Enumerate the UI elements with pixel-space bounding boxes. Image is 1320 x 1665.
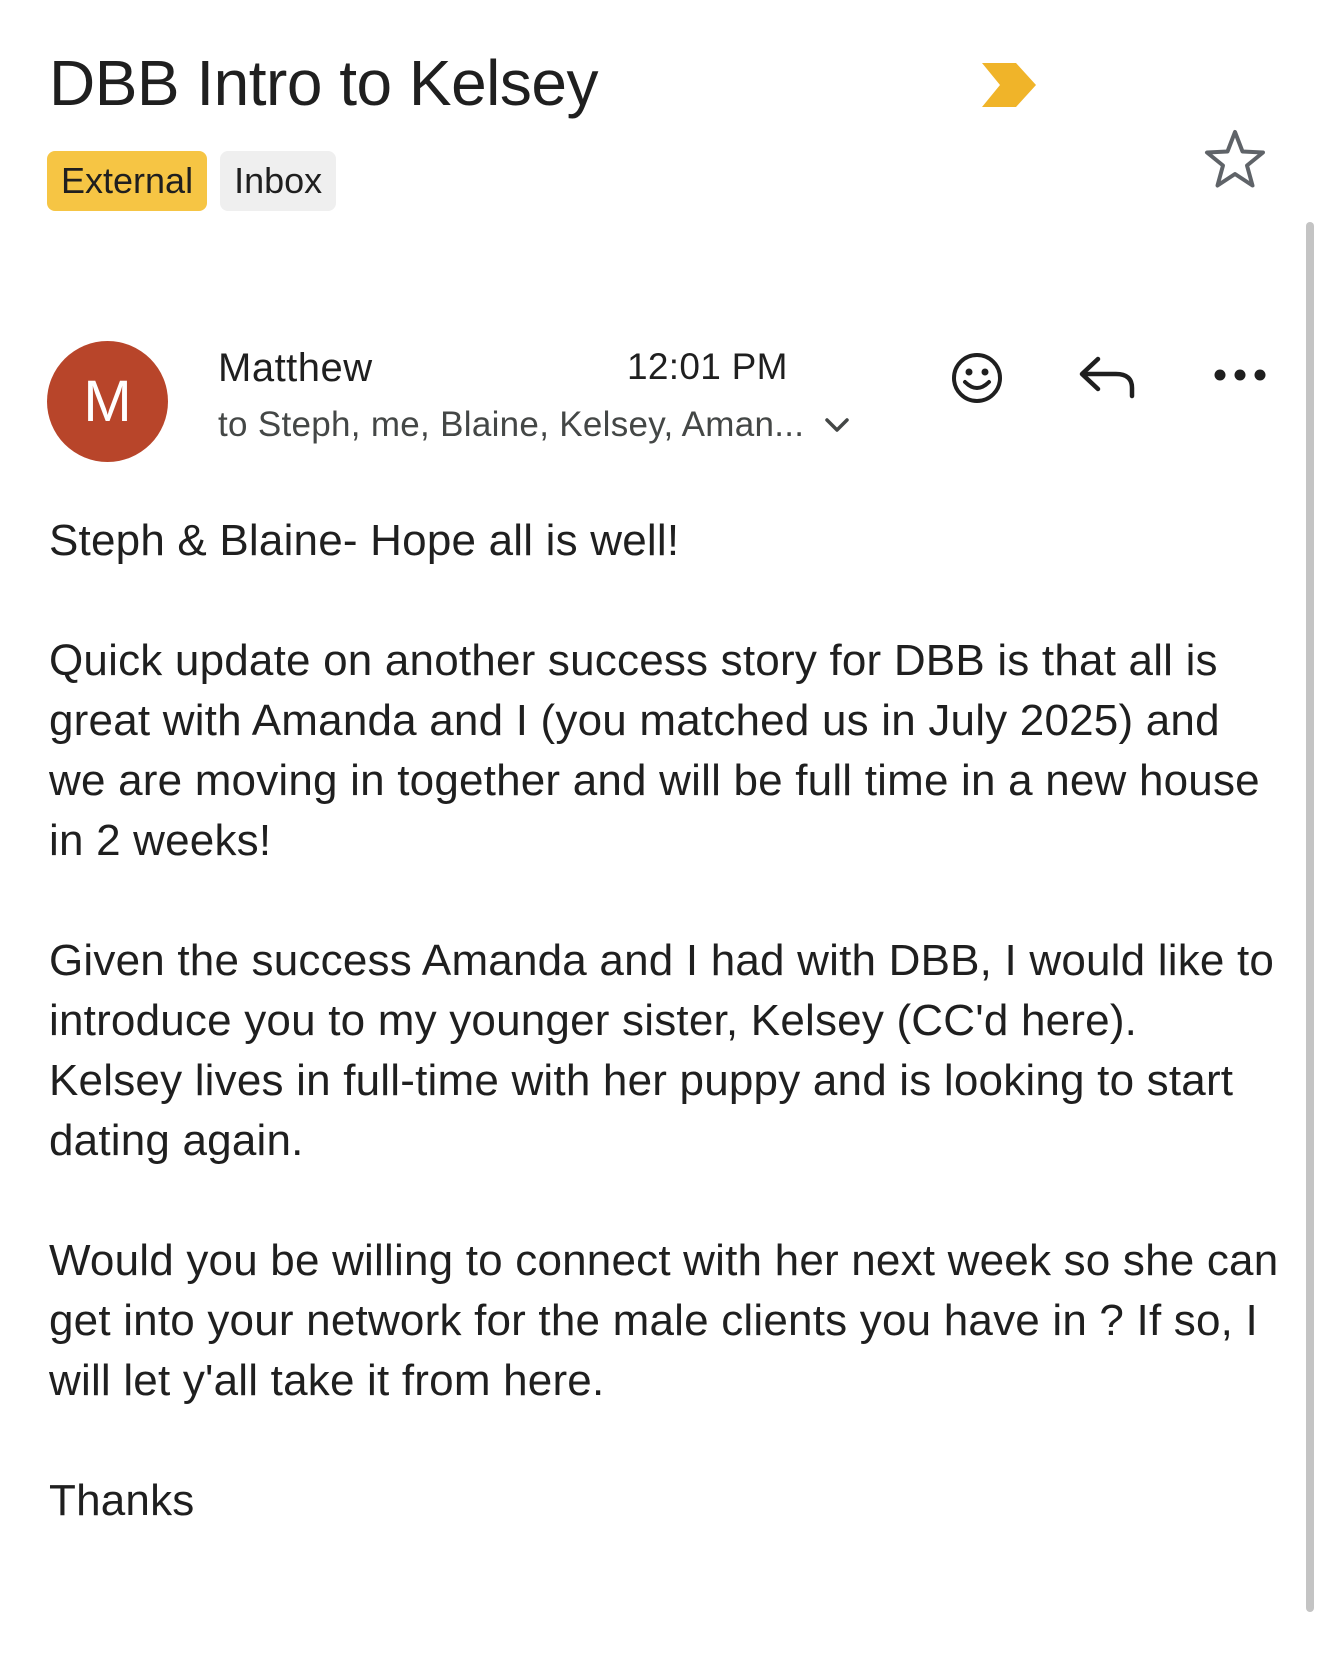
- recipient-summary[interactable]: to Steph, me, Blaine, Kelsey, Aman...: [218, 405, 850, 445]
- important-marker-icon[interactable]: [982, 63, 1036, 107]
- label-chips: External Inbox: [47, 151, 337, 211]
- label-external[interactable]: External: [47, 151, 208, 211]
- body-paragraph-greeting: Steph & Blaine- Hope all is well!: [49, 516, 680, 565]
- recipient-list: to Steph, me, Blaine, Kelsey, Aman...: [218, 405, 805, 444]
- sender-name[interactable]: Matthew: [218, 346, 373, 391]
- body-paragraph-introduction: Given the success Amanda and I had with …: [49, 936, 1275, 1165]
- chevron-down-icon[interactable]: [824, 416, 850, 434]
- scrollbar[interactable]: [1306, 222, 1314, 1612]
- label-inbox[interactable]: Inbox: [220, 151, 337, 211]
- received-time: 12:01 PM: [627, 346, 788, 387]
- body-paragraph-update: Quick update on another success story fo…: [49, 636, 1260, 865]
- more-horizontal-icon[interactable]: [1213, 368, 1267, 382]
- smiley-icon[interactable]: [950, 351, 1004, 405]
- star-icon[interactable]: [1203, 128, 1267, 190]
- email-subject: DBB Intro to Kelsey: [49, 47, 598, 119]
- email-body: Steph & Blaine- Hope all is well! Quick …: [49, 511, 1279, 1531]
- body-paragraph-request: Would you be willing to connect with her…: [49, 1236, 1279, 1405]
- sender-avatar[interactable]: M: [47, 341, 168, 462]
- reply-icon[interactable]: [1078, 355, 1138, 399]
- body-paragraph-signoff: Thanks: [49, 1476, 195, 1525]
